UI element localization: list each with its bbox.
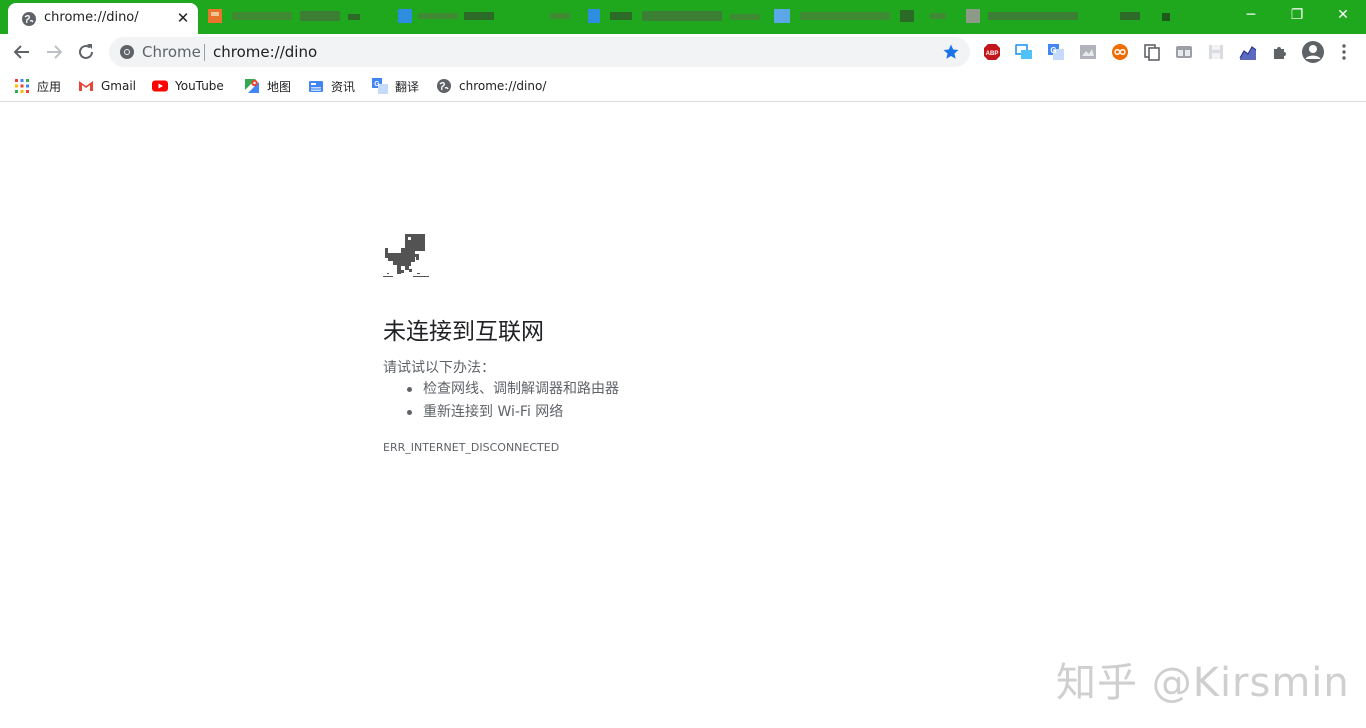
omnibox-chip-label: Chrome xyxy=(142,43,201,61)
bookmark-label: 翻译 xyxy=(395,79,420,94)
forward-arrow-icon[interactable] xyxy=(42,40,66,64)
news-icon xyxy=(309,81,323,92)
svg-text:ABP: ABP xyxy=(986,51,999,57)
bookmark-apps[interactable]: 应用 xyxy=(14,75,61,97)
bookmark-star-icon[interactable] xyxy=(942,43,960,61)
tab-active[interactable]: chrome://dino/ ✕ xyxy=(8,3,198,34)
image-tool-icon[interactable] xyxy=(1079,43,1097,61)
watermark: 知乎 @Kirsmin xyxy=(1056,660,1350,706)
url-text[interactable]: chrome://dino xyxy=(213,43,317,61)
close-icon[interactable]: ✕ xyxy=(174,9,192,27)
bookmark-label: YouTube xyxy=(175,79,224,93)
error-title: 未连接到互联网 xyxy=(383,319,544,345)
bookmark-label: 地图 xyxy=(267,79,292,94)
bookmarks-bar: 应用 Gmail YouTube 地图 资讯 G 翻译 chrome://din… xyxy=(0,70,1366,102)
reload-icon[interactable] xyxy=(74,40,98,64)
window-close-button[interactable]: ✕ xyxy=(1320,0,1366,30)
maps-icon xyxy=(245,79,259,93)
youtube-icon xyxy=(152,80,168,92)
blurred-tab-2[interactable] xyxy=(550,8,950,24)
error-code: ERR_INTERNET_DISCONNECTED xyxy=(383,441,560,454)
puzzle-extensions-icon[interactable] xyxy=(1271,43,1289,61)
tab-tool-icon[interactable] xyxy=(1175,43,1193,61)
omnibox-separator xyxy=(204,44,205,61)
svg-text:G: G xyxy=(374,81,380,88)
bookmark-label: Gmail xyxy=(101,79,137,93)
chrome-page-icon xyxy=(120,45,134,59)
globe-icon xyxy=(22,12,36,26)
save-tool-icon[interactable] xyxy=(1207,43,1225,61)
svg-text:G: G xyxy=(1050,46,1056,55)
blurred-tab-1[interactable] xyxy=(208,8,498,24)
menu-kebab-icon[interactable] xyxy=(1335,43,1353,61)
bookmark-label: 应用 xyxy=(37,79,62,94)
apps-grid-icon xyxy=(15,79,29,93)
bookmark-dino[interactable]: chrome://dino/ xyxy=(436,75,546,97)
copy-tool-icon[interactable] xyxy=(1143,43,1161,61)
toolbar: Chrome chrome://dino ABP G xyxy=(0,34,1366,70)
bookmark-label: 资讯 xyxy=(331,79,356,94)
tab-strip: chrome://dino/ ✕ ─ ❐ ✕ xyxy=(0,0,1366,34)
restore-button[interactable]: ❐ xyxy=(1274,0,1320,30)
tab-title: chrome://dino/ xyxy=(44,10,139,25)
translate-icon: G xyxy=(372,78,388,94)
minimize-button[interactable]: ─ xyxy=(1228,0,1274,30)
google-translate-icon[interactable]: G xyxy=(1047,43,1065,61)
back-arrow-icon[interactable] xyxy=(10,40,34,64)
bookmark-label: chrome://dino/ xyxy=(459,79,547,93)
blurred-tab-3[interactable] xyxy=(930,8,1180,24)
suggestions-list: 检查网线、调制解调器和路由器 重新连接到 Wi-Fi 网络 xyxy=(407,379,619,425)
bookmark-gmail[interactable]: Gmail xyxy=(78,75,136,97)
profile-avatar-icon[interactable] xyxy=(1301,40,1325,64)
chart-tool-icon[interactable] xyxy=(1239,43,1257,61)
error-intro: 请试试以下办法： xyxy=(383,360,495,376)
suggestion-item: 重新连接到 Wi-Fi 网络 xyxy=(407,402,619,425)
bookmark-maps[interactable]: 地图 xyxy=(244,75,291,97)
suggestion-item: 检查网线、调制解调器和路由器 xyxy=(407,379,619,402)
bookmark-news[interactable]: 资讯 xyxy=(308,75,355,97)
bookmark-translate[interactable]: G 翻译 xyxy=(372,75,419,97)
gmail-icon xyxy=(79,81,93,91)
bookmark-youtube[interactable]: YouTube xyxy=(152,75,224,97)
dino-icon[interactable] xyxy=(383,232,429,278)
address-bar[interactable]: Chrome chrome://dino xyxy=(109,37,970,67)
screen-share-icon[interactable] xyxy=(1015,43,1033,61)
globe-icon xyxy=(437,79,451,93)
adblock-plus-icon[interactable]: ABP xyxy=(983,43,1001,61)
infinity-icon[interactable] xyxy=(1111,43,1129,61)
